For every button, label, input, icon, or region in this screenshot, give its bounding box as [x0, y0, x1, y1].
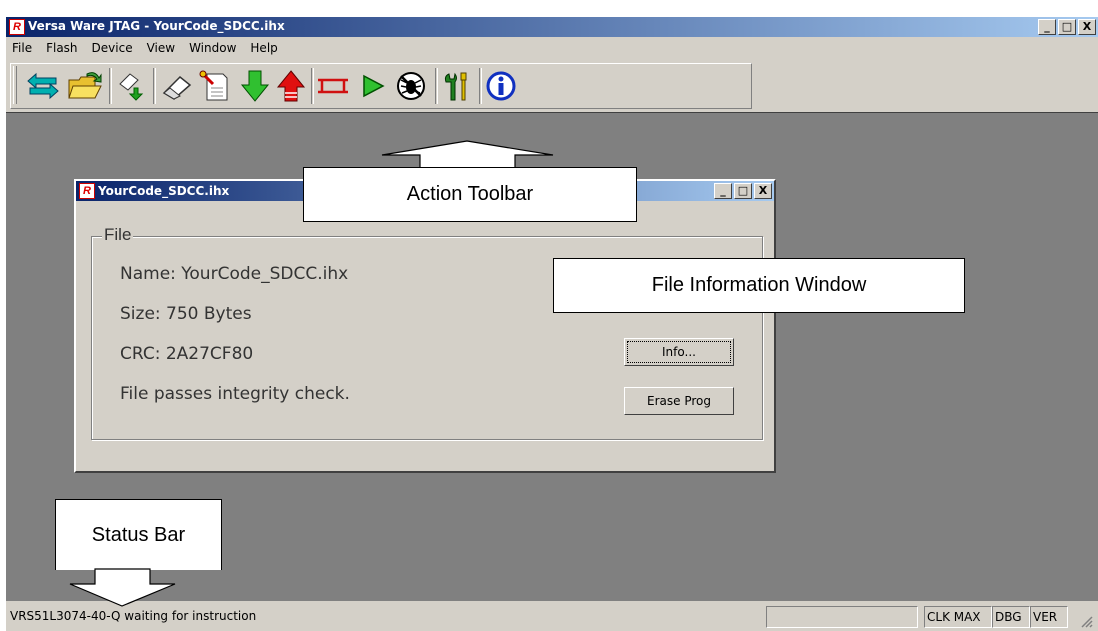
action-toolbar [10, 63, 752, 109]
toolbar-separator [435, 68, 438, 104]
file-name-text: Name: YourCode_SDCC.ihx [120, 264, 349, 284]
toolbar-separator [311, 68, 314, 104]
file-group-label: File [102, 225, 134, 245]
debug-disabled-icon[interactable] [393, 68, 429, 104]
menu-window[interactable]: Window [183, 38, 244, 58]
window-title: Versa Ware JTAG - YourCode_SDCC.ihx [28, 19, 285, 33]
title-bar[interactable]: R Versa Ware JTAG - YourCode_SDCC.ihx _ … [6, 17, 1098, 37]
close-button[interactable]: X [1078, 19, 1096, 35]
status-clk: CLK MAX [924, 606, 992, 628]
child-minimize-button[interactable]: _ [714, 183, 732, 199]
menu-file[interactable]: File [6, 38, 40, 58]
child-maximize-button[interactable]: □ [734, 183, 752, 199]
child-title: YourCode_SDCC.ihx [98, 184, 230, 198]
minimize-button[interactable]: _ [1038, 19, 1056, 35]
file-integrity-text: File passes integrity check. [120, 384, 350, 404]
status-dbg: DBG [992, 606, 1030, 628]
erase-device-icon[interactable] [113, 68, 149, 104]
read-up-arrow-icon[interactable] [273, 68, 309, 104]
child-caption-buttons: _ □ X [714, 183, 772, 199]
reset-icon[interactable] [315, 68, 351, 104]
open-folder-icon[interactable] [67, 68, 103, 104]
info-icon[interactable] [483, 68, 519, 104]
maximize-button[interactable]: □ [1058, 19, 1076, 35]
action-toolbar-callout: Action Toolbar [303, 167, 637, 222]
toolbar-separator [479, 68, 482, 104]
file-information-window: R YourCode_SDCC.ihx _ □ X File Name: You… [74, 179, 776, 473]
settings-tools-icon[interactable] [439, 68, 475, 104]
toolbar-separator [109, 68, 112, 104]
info-button[interactable]: Info... [624, 338, 734, 366]
status-callout-arrow-icon [69, 568, 176, 607]
child-close-button[interactable]: X [754, 183, 772, 199]
caption-buttons: _ □ X [1038, 19, 1096, 35]
file-info-callout: File Information Window [553, 258, 965, 313]
menu-bar: File Flash Device View Window Help [6, 38, 1098, 58]
program-down-arrow-icon[interactable] [237, 68, 273, 104]
status-message: VRS51L3074-40-Q waiting for instruction [10, 609, 257, 623]
erase-prog-button[interactable]: Erase Prog [624, 387, 734, 415]
file-crc-text: CRC: 2A27CF80 [120, 344, 254, 364]
toolbar-callout-arrow-icon [381, 140, 554, 170]
status-ver: VER [1030, 606, 1068, 628]
erase-icon[interactable] [159, 68, 195, 104]
file-size-text: Size: 750 Bytes [120, 304, 252, 324]
status-pane-empty [766, 606, 918, 628]
blank-check-icon[interactable] [197, 68, 233, 104]
status-bar-callout: Status Bar [55, 499, 222, 570]
connect-icon[interactable] [25, 68, 61, 104]
menu-flash[interactable]: Flash [40, 38, 85, 58]
run-play-icon[interactable] [355, 68, 391, 104]
child-app-icon[interactable]: R [79, 183, 95, 199]
menu-view[interactable]: View [141, 38, 183, 58]
app-icon[interactable]: R [9, 19, 25, 35]
toolbar-grip[interactable] [13, 66, 17, 104]
menu-device[interactable]: Device [86, 38, 141, 58]
menu-help[interactable]: Help [244, 38, 285, 58]
toolbar-separator [153, 68, 156, 104]
resize-grip-icon[interactable] [1080, 615, 1094, 629]
